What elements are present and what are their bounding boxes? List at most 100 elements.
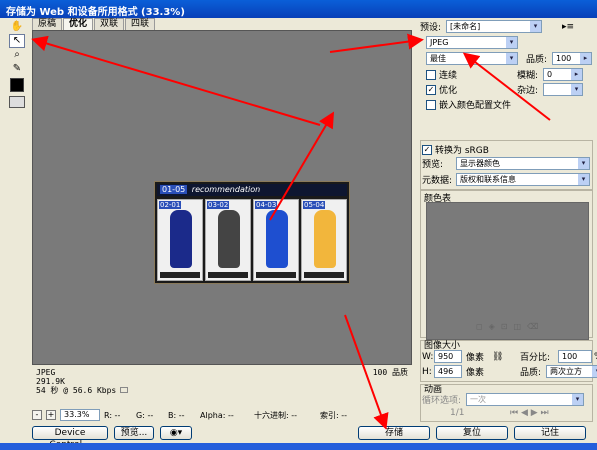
width-label: W:	[422, 351, 434, 362]
width-value: 950	[438, 352, 454, 361]
info-quality-label: 品质	[392, 368, 408, 377]
preset-select[interactable]: [未命名] ▾	[446, 20, 542, 33]
reset-button[interactable]: 复位	[436, 426, 508, 440]
model-figure	[266, 210, 288, 268]
map-transparent-icon[interactable]: ◻	[476, 322, 483, 331]
readout-alpha: Alpha: --	[200, 410, 234, 420]
frame-counter: 1/1	[450, 408, 465, 418]
loop-value: 一次	[470, 395, 486, 404]
delete-color-icon[interactable]: ⌫	[527, 322, 538, 331]
width-unit: 像素	[466, 353, 485, 363]
quality-preset-value: 最佳	[430, 54, 446, 63]
tab-4up[interactable]: 四联	[125, 18, 156, 30]
height-input[interactable]: 496	[434, 365, 462, 378]
product-card: 02-01	[157, 199, 203, 281]
readout-hex: 十六进制: --	[254, 410, 298, 420]
view-tabs: 原稿 优化 双联 四联	[32, 18, 156, 30]
chevron-down-icon: ▾	[572, 394, 583, 405]
metadata-label: 元数据:	[422, 176, 453, 186]
remember-button[interactable]: 记住	[514, 426, 586, 440]
matte-label: 杂边:	[517, 86, 539, 96]
metadata-select[interactable]: 版权和联系信息 ▾	[456, 173, 590, 186]
toggle-slices-icon[interactable]	[9, 96, 25, 108]
resample-label: 品质:	[520, 368, 542, 378]
preview-canvas[interactable]: 01-05 recommendation 02-01 03-02 04-03 0…	[32, 30, 412, 365]
product-card-num: 03-02	[207, 201, 230, 209]
hand-icon[interactable]: ✋	[9, 20, 25, 34]
loop-select[interactable]: 一次 ▾	[466, 393, 584, 406]
readout-b: B: --	[168, 410, 185, 420]
info-format: JPEG	[36, 368, 56, 377]
device-central-button[interactable]: Device Central...	[32, 426, 108, 450]
preview-heading-num: 01-05	[160, 185, 188, 194]
tab-2up[interactable]: 双联	[94, 18, 125, 30]
optimized-label: 优化	[439, 86, 458, 96]
preview-heading-text: recommendation	[191, 185, 261, 194]
preview-select[interactable]: 显示器颜色 ▾	[456, 157, 590, 170]
chevron-down-icon: ▾	[506, 53, 517, 64]
product-card-footer	[208, 272, 248, 278]
new-color-icon[interactable]: ◫	[514, 322, 522, 331]
quality-input[interactable]: 100 ▸	[552, 52, 592, 65]
optimization-info: JPEG 291.9K 54 秒 @ 56.6 Kbps 100 品质	[32, 366, 412, 398]
progressive-checkbox[interactable]	[426, 69, 436, 80]
taskbar	[0, 443, 597, 450]
color-table-tools: ◻ ◈ ⊡ ◫ ⌫	[476, 322, 538, 331]
embed-profile-label: 嵌入颜色配置文件	[439, 101, 512, 111]
info-quality-value: 100	[372, 368, 388, 377]
settings-panel: 预设: [未命名] ▾ ▸≡ JPEG ▾ 最佳 ▾ 品质: 100 ▸ 连续 模糊: …	[416, 18, 597, 424]
browser-preview-button[interactable]: ◉▾	[160, 426, 192, 440]
percent-input[interactable]: 100	[558, 350, 592, 363]
blur-input[interactable]: 0 ▸	[543, 68, 583, 81]
chevron-down-icon: ▾	[506, 37, 517, 48]
format-select[interactable]: JPEG ▾	[426, 36, 518, 49]
zoom-in-button[interactable]: +	[46, 410, 56, 420]
status-bar: - + 33.3% R: -- G: -- B: -- Alpha: -- 十六…	[32, 408, 412, 422]
panel-menu-icon[interactable]: ▸≡	[562, 22, 574, 32]
zoom-icon[interactable]: ⌕	[9, 48, 25, 62]
download-options-icon[interactable]	[120, 387, 129, 393]
info-size: 291.9K	[36, 377, 65, 386]
save-button[interactable]: 存储	[358, 426, 430, 440]
product-card-footer	[160, 272, 200, 278]
product-card-footer	[256, 272, 296, 278]
preview-value: 显示器颜色	[460, 159, 500, 168]
product-card-num: 04-03	[255, 201, 278, 209]
preset-label: 预设:	[420, 23, 442, 33]
lock-color-icon[interactable]: ⊡	[501, 322, 508, 331]
tab-optimized[interactable]: 优化	[63, 18, 94, 30]
eyedropper-icon[interactable]: ✎	[9, 62, 25, 76]
product-card-footer	[304, 272, 344, 278]
info-time: 54 秒 @ 56.6 Kbps	[36, 386, 408, 395]
metadata-value: 版权和联系信息	[460, 175, 516, 184]
frame-controls[interactable]: ⏮ ◀ ▶ ⏭	[510, 408, 549, 418]
model-figure	[218, 210, 240, 268]
eyedropper-color-swatch[interactable]	[10, 78, 24, 92]
tab-original[interactable]: 原稿	[32, 18, 63, 30]
zoom-select[interactable]: 33.3%	[60, 409, 100, 421]
width-input[interactable]: 950	[434, 350, 462, 363]
quality-preset-select[interactable]: 最佳 ▾	[426, 52, 518, 65]
preview-label: 预览:	[422, 160, 444, 170]
link-icon[interactable]: ⛓	[492, 352, 503, 362]
optimized-checkbox[interactable]: ✓	[426, 84, 436, 95]
blur-label: 模糊:	[517, 71, 539, 81]
color-table[interactable]	[426, 202, 589, 340]
convert-srgb-label: 转换为 sRGB	[435, 146, 489, 156]
slice-select-icon[interactable]: ↖	[9, 34, 25, 48]
zoom-value: 33.3%	[64, 410, 90, 419]
chevron-right-icon: ▸	[580, 53, 591, 64]
chevron-down-icon: ▾	[578, 158, 589, 169]
matte-select[interactable]: ▾	[543, 83, 583, 96]
embed-profile-checkbox[interactable]	[426, 99, 436, 110]
toolbox: ✋ ↖ ⌕ ✎	[4, 18, 30, 414]
height-value: 496	[438, 367, 454, 376]
product-card: 05-04	[301, 199, 347, 281]
resample-select[interactable]: 两次立方 ▾	[546, 365, 597, 378]
info-quality: 100 品质	[373, 368, 408, 377]
web-shift-icon[interactable]: ◈	[489, 322, 495, 331]
convert-srgb-checkbox[interactable]: ✓	[422, 144, 432, 155]
zoom-out-button[interactable]: -	[32, 410, 42, 420]
preview-button[interactable]: 预览...	[114, 426, 154, 440]
info-time-text: 54 秒 @ 56.6 Kbps	[36, 386, 117, 395]
